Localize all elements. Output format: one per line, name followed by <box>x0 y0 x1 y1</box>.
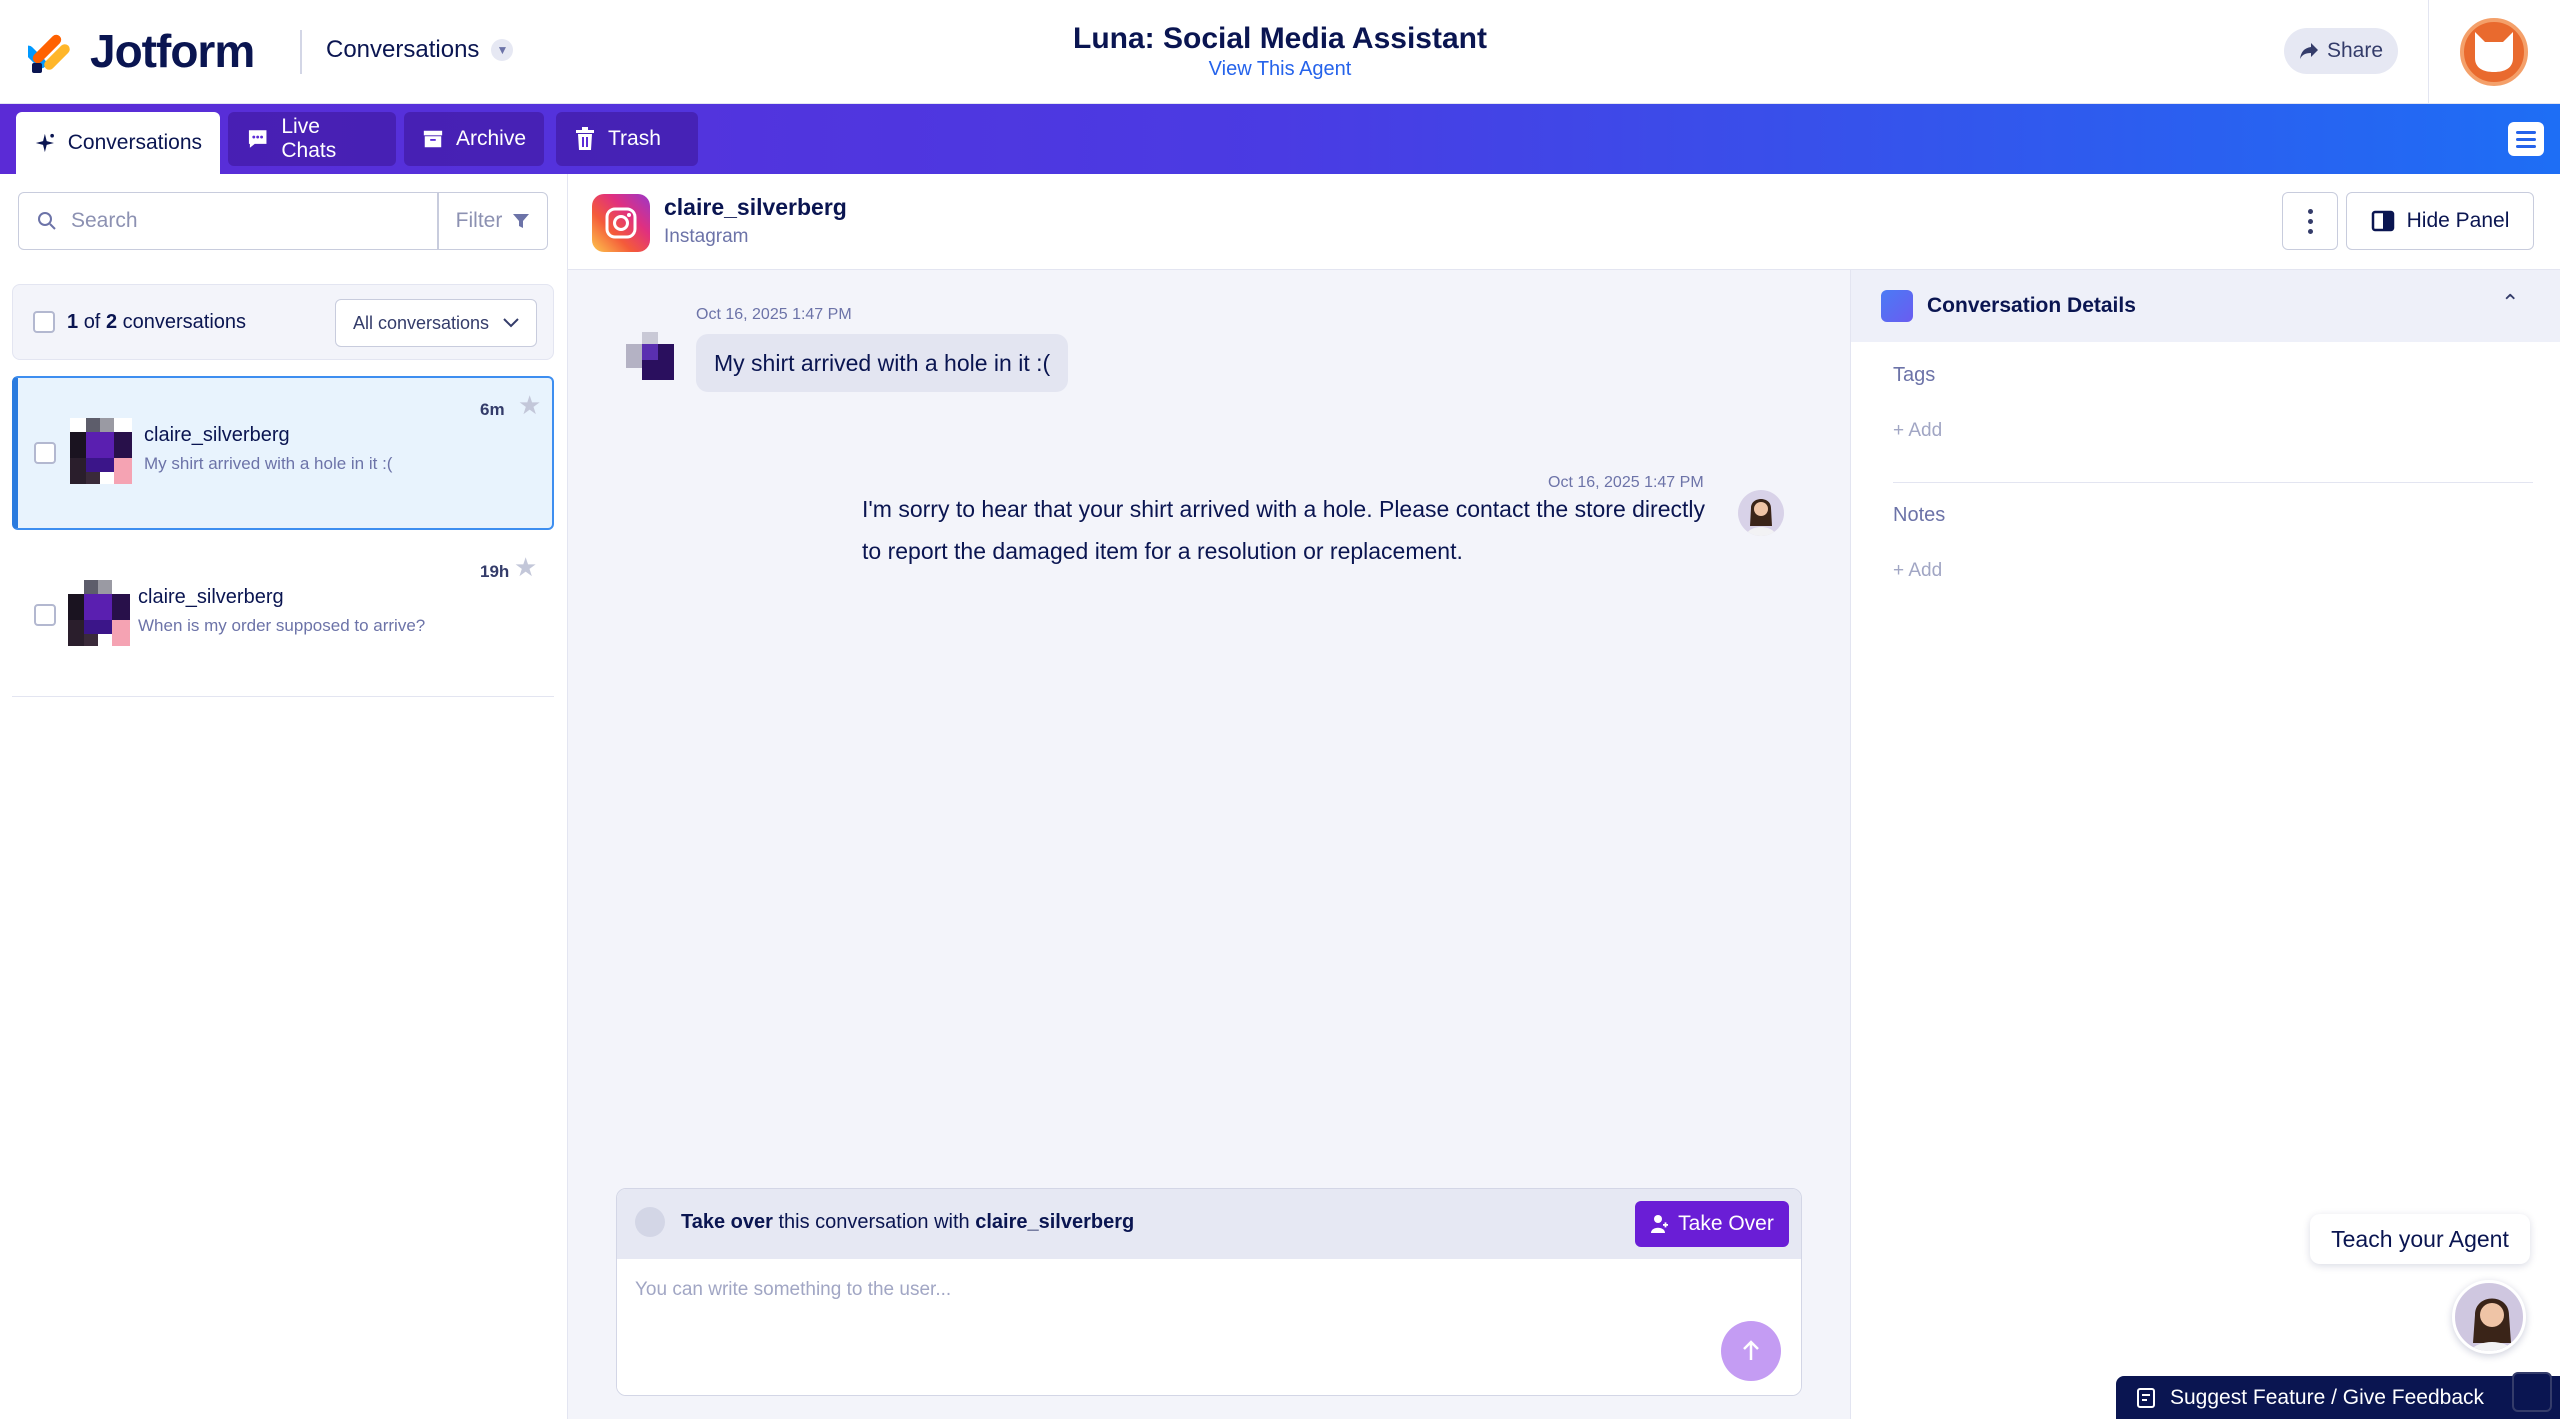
filter-funnel-icon <box>513 214 530 228</box>
conversation-count-bar: 1 of 2 conversations All conversations <box>12 284 554 360</box>
view-agent-link[interactable]: View This Agent <box>0 58 2560 81</box>
tab-label: Trash <box>608 127 661 150</box>
search-icon <box>38 212 56 230</box>
kebab-icon <box>2307 208 2313 214</box>
share-button[interactable]: Share <box>2284 28 2398 74</box>
takeover-bar: Take over this conversation with claire_… <box>617 1189 1801 1259</box>
filter-label: Filter <box>455 209 503 232</box>
trash-icon <box>576 127 594 150</box>
hide-panel-label: Hide Panel <box>2406 209 2510 232</box>
all-conversations-label: All conversations <box>352 312 490 333</box>
all-conversations-dropdown[interactable]: All conversations <box>335 299 537 347</box>
tab-live-chats[interactable]: Live Chats <box>228 112 396 166</box>
hamburger-menu-button[interactable] <box>2508 122 2544 156</box>
share-arrow-icon <box>2299 43 2318 59</box>
search-box[interactable]: Search <box>18 192 438 250</box>
conversation-time: 6m <box>480 400 505 419</box>
teach-agent-avatar[interactable] <box>2452 1280 2526 1354</box>
teach-agent-label: Teach your Agent <box>2331 1225 2509 1252</box>
teach-agent-bubble[interactable]: Teach your Agent <box>2310 1214 2530 1264</box>
tab-label: Archive <box>455 127 526 150</box>
more-options-button[interactable] <box>2282 192 2338 250</box>
conversation-preview: When is my order supposed to arrive? <box>138 616 426 635</box>
filter-button[interactable]: Filter <box>438 192 548 250</box>
tab-label: Live Chats <box>281 115 337 162</box>
take-over-label: Take Over <box>1678 1212 1774 1235</box>
chat-icon <box>248 130 267 148</box>
tab-archive[interactable]: Archive <box>404 112 544 166</box>
chevron-down-icon <box>503 318 519 328</box>
pixel-avatar <box>70 418 132 484</box>
chat-platform: Instagram <box>664 226 749 247</box>
tab-conversations[interactable]: Conversations <box>16 112 220 174</box>
chevron-up-icon[interactable]: ⌃ <box>2501 290 2519 316</box>
conversation-count: 1 of 2 conversations <box>67 311 247 333</box>
list-divider <box>12 696 554 697</box>
pixel-avatar <box>68 580 130 646</box>
message-input[interactable] <box>617 1259 1801 1395</box>
takeover-composer: Take over this conversation with claire_… <box>616 1188 1802 1396</box>
details-icon <box>1881 290 1913 322</box>
user-avatar[interactable] <box>2460 18 2528 86</box>
details-title: Conversation Details <box>1927 294 2136 317</box>
tags-label: Tags <box>1893 364 1936 386</box>
agent-title: Luna: Social Media Assistant <box>1073 22 1487 55</box>
send-button[interactable] <box>1721 1321 1781 1381</box>
chat-header: claire_silverberg Instagram Hide Panel <box>568 174 2560 270</box>
conversation-name: claire_silverberg <box>138 586 284 608</box>
add-tag-link[interactable]: + Add <box>1893 420 1942 442</box>
search-input[interactable]: Search <box>71 209 138 233</box>
agent-avatar <box>1738 490 1784 536</box>
conversation-checkbox[interactable] <box>34 604 56 626</box>
instagram-icon <box>592 194 650 252</box>
broken-image-icon <box>635 1207 665 1237</box>
header-divider-right <box>2428 0 2429 104</box>
feedback-label: Suggest Feature / Give Feedback <box>2170 1385 2485 1409</box>
conversation-item[interactable]: 6m ★ claire_silverberg My shirt arrived … <box>12 376 554 530</box>
user-message-bubble: My shirt arrived with a hole in it :( <box>696 334 1069 392</box>
tab-bar: Conversations Live Chats Archive Trash <box>0 104 2560 174</box>
details-header[interactable]: Conversation Details ⌃ <box>1851 270 2560 342</box>
conversation-time: 19h <box>480 562 510 581</box>
star-icon[interactable]: ★ <box>518 390 541 421</box>
hamburger-icon <box>2516 130 2536 134</box>
share-label: Share <box>2326 39 2384 62</box>
take-over-button[interactable]: Take Over <box>1635 1201 1789 1247</box>
user-message-text: My shirt arrived with a hole in it :( <box>714 349 1051 376</box>
agent-message-text: I'm sorry to hear that your shirt arrive… <box>862 496 1705 564</box>
panel-toggle-icon <box>2371 210 2394 232</box>
tab-label: Conversations <box>67 131 202 154</box>
sparkle-icon <box>35 133 54 153</box>
conversation-item[interactable]: 19h ★ claire_silverberg When is my order… <box>12 540 554 694</box>
archive-icon <box>423 130 443 148</box>
add-note-link[interactable]: + Add <box>1893 560 1942 582</box>
message-timestamp: Oct 16, 2025 1:47 PM <box>696 306 852 323</box>
accessibility-widget-button[interactable] <box>2512 1372 2552 1412</box>
person-icon <box>1651 1215 1669 1233</box>
feedback-note-icon <box>2137 1387 2155 1408</box>
arrow-up-icon <box>1743 1340 1759 1360</box>
cat-avatar-icon <box>2475 32 2513 72</box>
takeover-text: Take over this conversation with claire_… <box>681 1211 1135 1233</box>
conversation-list-sidebar: Search Filter 1 of 2 conversations All c… <box>0 174 568 1419</box>
panel-divider <box>1893 482 2533 483</box>
chat-user-name: claire_silverberg <box>664 194 847 220</box>
top-header: Jotform Conversations ▼ Luna: Social Med… <box>0 0 2560 104</box>
feedback-bar[interactable]: Suggest Feature / Give Feedback <box>2116 1376 2560 1419</box>
select-all-checkbox[interactable] <box>33 311 55 333</box>
hide-panel-button[interactable]: Hide Panel <box>2346 192 2534 250</box>
star-icon[interactable]: ★ <box>514 552 537 583</box>
conversation-name: claire_silverberg <box>144 424 290 446</box>
notes-label: Notes <box>1893 504 1946 526</box>
tab-trash[interactable]: Trash <box>556 112 698 166</box>
conversation-checkbox[interactable] <box>34 442 56 464</box>
pixel-avatar <box>626 332 674 380</box>
conversation-preview: My shirt arrived with a hole in it :( <box>144 454 393 473</box>
